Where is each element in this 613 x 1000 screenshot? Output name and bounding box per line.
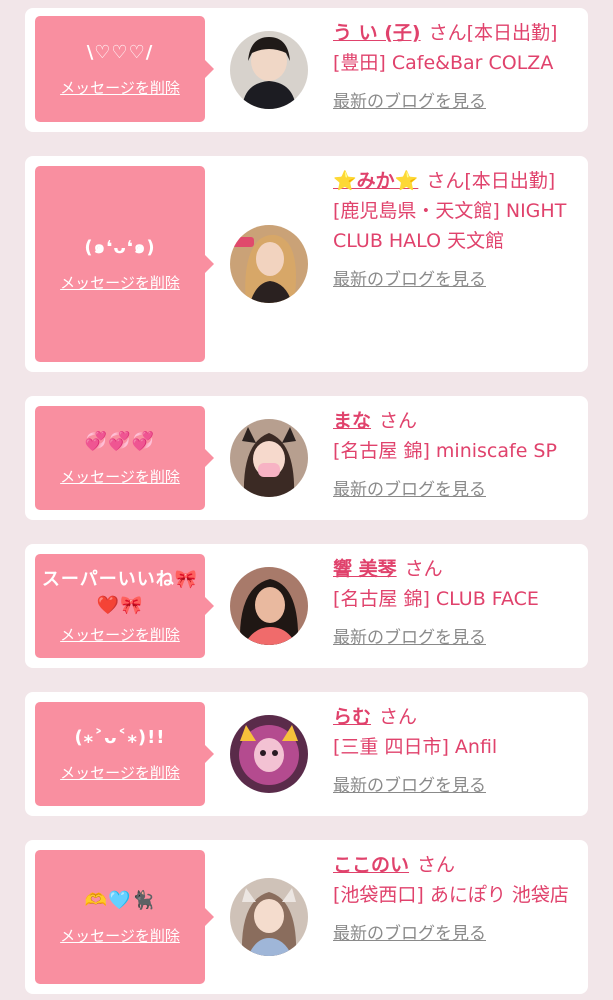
honorific: さん xyxy=(428,22,467,44)
cast-info: ⭐みか⭐ さん[本日出勤][鹿児島県・天文館] NIGHT CLUB HALO 天… xyxy=(333,166,581,292)
delete-message-link[interactable]: メッセージを削除 xyxy=(60,625,180,645)
view-blog-link[interactable]: 最新のブログを見る xyxy=(333,268,581,292)
cast-info: らむ さん [三重 四日市] Anfil 最新のブログを見る xyxy=(333,702,581,798)
delete-message-link[interactable]: メッセージを削除 xyxy=(60,763,180,783)
message-text: 💞💞💞 xyxy=(84,431,156,452)
message-text: 🫶🩵🐈‍⬛ xyxy=(84,890,156,911)
message-text: \♡♡♡/ xyxy=(86,42,154,63)
message-text: (⁎˃ᴗ˂⁎)!! xyxy=(74,727,166,748)
message-card: スーパーいいね🎀❤️🎀 メッセージを削除 響 美琴 さん [名古屋 錦] CLUB… xyxy=(25,544,588,668)
avatar[interactable] xyxy=(230,419,308,497)
view-blog-link[interactable]: 最新のブログを見る xyxy=(333,626,581,650)
shop-info: [池袋西口] あにぽり 池袋店 xyxy=(333,884,569,906)
cast-name-link[interactable]: まな xyxy=(333,410,371,432)
shop-info: [名古屋 錦] CLUB FACE xyxy=(333,588,539,610)
honorific: さん xyxy=(417,854,456,876)
message-bubble: 💞💞💞 メッセージを削除 xyxy=(35,406,214,510)
view-blog-link[interactable]: 最新のブログを見る xyxy=(333,922,581,946)
message-bubble: 🫶🩵🐈‍⬛ メッセージを削除 xyxy=(35,850,214,984)
message-list: \♡♡♡/ メッセージを削除 う い (子) さん[本日出勤][豊田] Cafe&… xyxy=(0,0,613,1000)
message-card: 🫶🩵🐈‍⬛ メッセージを削除 ここのい さん [池袋西口] あにぽり 池袋店 最新… xyxy=(25,840,588,994)
cast-info: ここのい さん [池袋西口] あにぽり 池袋店 最新のブログを見る xyxy=(333,850,581,946)
honorific: さん xyxy=(426,170,465,192)
avatar[interactable] xyxy=(230,225,308,303)
message-card: 💞💞💞 メッセージを削除 まな さん [名古屋 錦] miniscafe SP 最… xyxy=(25,396,588,520)
avatar[interactable] xyxy=(230,31,308,109)
shop-info: [名古屋 錦] miniscafe SP xyxy=(333,440,557,462)
delete-message-link[interactable]: メッセージを削除 xyxy=(60,273,180,293)
delete-message-link[interactable]: メッセージを削除 xyxy=(60,926,180,946)
cast-name-link[interactable]: ⭐みか⭐ xyxy=(333,170,418,192)
shop-info: [三重 四日市] Anfil xyxy=(333,736,498,758)
cast-info: まな さん [名古屋 錦] miniscafe SP 最新のブログを見る xyxy=(333,406,581,502)
cast-name-link[interactable]: ここのい xyxy=(333,854,409,876)
message-card: (๑❛ᴗ❛๑) メッセージを削除 ⭐みか⭐ さん[本日出勤][鹿児島県・天文館] … xyxy=(25,156,588,372)
message-bubble: (⁎˃ᴗ˂⁎)!! メッセージを削除 xyxy=(35,702,214,806)
message-card: (⁎˃ᴗ˂⁎)!! メッセージを削除 らむ さん [三重 四日市] Anfil 最… xyxy=(25,692,588,816)
message-text: (๑❛ᴗ❛๑) xyxy=(84,237,156,258)
cast-info: う い (子) さん[本日出勤][豊田] Cafe&Bar COLZA 最新のブロ… xyxy=(333,18,581,114)
message-text: スーパーいいね🎀❤️🎀 xyxy=(41,569,199,616)
message-bubble: スーパーいいね🎀❤️🎀 メッセージを削除 xyxy=(35,554,214,658)
view-blog-link[interactable]: 最新のブログを見る xyxy=(333,90,581,114)
cast-name-link[interactable]: 響 美琴 xyxy=(333,558,397,580)
delete-message-link[interactable]: メッセージを削除 xyxy=(60,78,180,98)
honorific: さん xyxy=(379,706,418,728)
avatar[interactable] xyxy=(230,715,308,793)
view-blog-link[interactable]: 最新のブログを見る xyxy=(333,478,581,502)
honorific: さん xyxy=(404,558,443,580)
avatar[interactable] xyxy=(230,878,308,956)
view-blog-link[interactable]: 最新のブログを見る xyxy=(333,774,581,798)
delete-message-link[interactable]: メッセージを削除 xyxy=(60,467,180,487)
message-bubble: (๑❛ᴗ❛๑) メッセージを削除 xyxy=(35,166,214,362)
cast-info: 響 美琴 さん [名古屋 錦] CLUB FACE 最新のブログを見る xyxy=(333,554,581,650)
avatar[interactable] xyxy=(230,567,308,645)
cast-name-link[interactable]: らむ xyxy=(333,706,371,728)
honorific: さん xyxy=(379,410,418,432)
cast-name-link[interactable]: う い (子) xyxy=(333,22,421,44)
message-bubble: \♡♡♡/ メッセージを削除 xyxy=(35,16,214,122)
message-card: \♡♡♡/ メッセージを削除 う い (子) さん[本日出勤][豊田] Cafe&… xyxy=(25,8,588,132)
